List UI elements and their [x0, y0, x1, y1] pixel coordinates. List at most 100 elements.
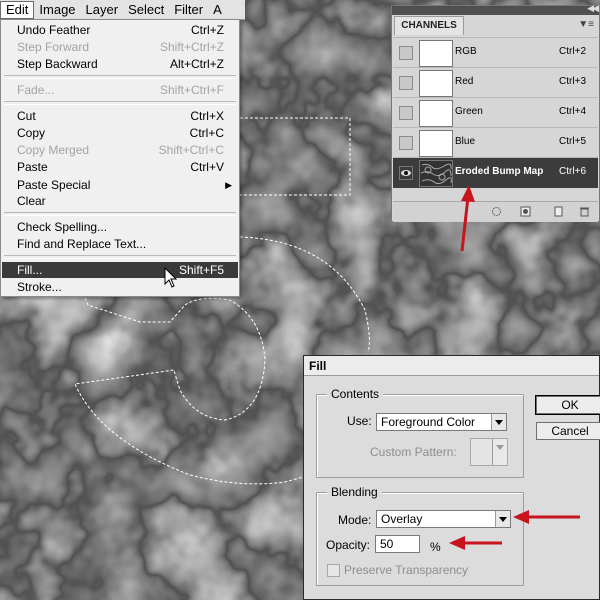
channel-name: Eroded Bump Map: [455, 166, 544, 177]
mouse-cursor-icon: [164, 267, 178, 288]
visibility-toggle[interactable]: [399, 166, 413, 180]
menu-item-paste-special[interactable]: Paste Special ▶: [2, 177, 238, 193]
menu-item-copy-merged: Copy Merged Shift+Ctrl+C: [2, 142, 238, 158]
channel-row-rgb[interactable]: RGB Ctrl+2: [393, 37, 598, 68]
menu-item-check-spelling[interactable]: Check Spelling...: [2, 219, 238, 235]
menu-image[interactable]: Image: [34, 1, 80, 19]
opacity-label: Opacity:: [326, 538, 371, 552]
tab-channels[interactable]: CHANNELS: [394, 16, 464, 35]
menu-edit[interactable]: Edit: [0, 0, 35, 19]
channel-row-blue[interactable]: Blue Ctrl+5: [393, 127, 598, 158]
annotation-arrow-icon: [460, 185, 475, 252]
menu-analysis[interactable]: A: [208, 1, 227, 19]
channel-thumbnail: [419, 130, 453, 157]
menu-item-shortcut: Alt+Ctrl+Z: [169, 57, 224, 71]
menu-item-shortcut: Ctrl+V: [190, 160, 224, 174]
menu-item-clear[interactable]: Clear: [2, 193, 238, 209]
menu-item-fill[interactable]: Fill... Shift+F5: [2, 262, 238, 278]
use-select[interactable]: Foreground Color: [376, 413, 507, 431]
new-channel-icon[interactable]: [553, 206, 564, 217]
channel-shortcut: Ctrl+2: [559, 46, 586, 57]
channel-row-eroded-bump-map[interactable]: Eroded Bump Map Ctrl+6: [393, 157, 598, 188]
channel-thumbnail: [419, 70, 453, 97]
menu-item-stroke[interactable]: Stroke...: [2, 279, 238, 295]
menu-item-undo-feather[interactable]: Undo Feather Ctrl+Z: [2, 22, 238, 38]
panel-top-bar: ◀◀: [392, 3, 599, 15]
channel-thumbnail: [419, 100, 453, 127]
preserve-transparency-label: Preserve Transparency: [344, 563, 469, 577]
menu-item-shortcut: Ctrl+Z: [191, 23, 224, 37]
load-selection-icon[interactable]: [491, 206, 502, 217]
menu-item-shortcut: Ctrl+C: [189, 126, 224, 140]
menu-item-label: Step Forward: [17, 40, 90, 54]
channels-footer: [393, 201, 598, 222]
ok-button[interactable]: OK: [535, 395, 600, 415]
eye-icon: [401, 170, 411, 176]
use-select-value: Foreground Color: [381, 415, 476, 429]
channels-panel: ◀◀ CHANNELS ▼≡ RGB Ctrl+2 Red Ctrl+3 Gre…: [391, 3, 600, 222]
channel-shortcut: Ctrl+6: [559, 166, 586, 177]
menu-separator: [4, 212, 236, 216]
menu-item-step-backward[interactable]: Step Backward Alt+Ctrl+Z: [2, 56, 238, 72]
menu-item-shortcut: Shift+Ctrl+F: [159, 83, 224, 97]
panel-menu-icon[interactable]: ▼≡: [578, 19, 594, 30]
save-selection-icon[interactable]: [520, 206, 531, 217]
mode-select-value: Overlay: [381, 512, 423, 526]
custom-pattern-label: Custom Pattern:: [370, 445, 457, 459]
edit-menu: Undo Feather Ctrl+Z Step Forward Shift+C…: [0, 19, 240, 297]
visibility-toggle[interactable]: [399, 76, 413, 90]
menu-item-label: Undo Feather: [17, 23, 91, 37]
channel-name: Green: [455, 106, 483, 117]
collapse-icon[interactable]: ◀◀: [587, 3, 599, 14]
menu-item-label: Paste Special: [17, 178, 91, 192]
menu-item-label: Check Spelling...: [17, 220, 108, 234]
chevron-down-icon: [492, 439, 507, 465]
annotation-arrow-icon: [513, 510, 580, 524]
menu-item-copy[interactable]: Copy Ctrl+C: [2, 125, 238, 141]
channel-thumbnail: [419, 160, 453, 187]
submenu-arrow-icon: ▶: [225, 180, 232, 190]
visibility-toggle[interactable]: [399, 136, 413, 150]
menu-separator: [4, 75, 236, 79]
chevron-down-icon: [495, 511, 510, 527]
menu-item-cut[interactable]: Cut Ctrl+X: [2, 108, 238, 124]
channel-name: Blue: [455, 136, 476, 147]
menu-item-label: Clear: [17, 194, 46, 208]
channel-row-red[interactable]: Red Ctrl+3: [393, 67, 598, 98]
menu-filter[interactable]: Filter: [169, 1, 208, 19]
opacity-input[interactable]: 50: [375, 535, 420, 553]
channel-name: RGB: [455, 46, 477, 57]
menu-item-label: Paste: [17, 160, 48, 174]
visibility-toggle[interactable]: [399, 106, 413, 120]
menu-item-label: Copy Merged: [17, 143, 90, 157]
menu-item-label: Step Backward: [17, 57, 98, 71]
menu-layer[interactable]: Layer: [81, 1, 124, 19]
channel-name: Red: [455, 76, 474, 87]
visibility-toggle[interactable]: [399, 46, 413, 60]
channel-shortcut: Ctrl+4: [559, 106, 586, 117]
mode-select[interactable]: Overlay: [376, 510, 511, 528]
fill-dialog: Fill Contents Use: Foreground Color Cust…: [303, 355, 600, 600]
annotation-arrow-icon: [449, 536, 502, 550]
channel-thumbnail: [419, 40, 453, 67]
menu-bar: Edit Image Layer Select Filter A: [0, 0, 245, 20]
cancel-button[interactable]: Cancel: [536, 422, 600, 440]
menu-item-shortcut: Ctrl+X: [190, 109, 224, 123]
menu-item-label: Copy: [17, 126, 46, 140]
blending-legend: Blending: [327, 485, 382, 499]
channel-row-green[interactable]: Green Ctrl+4: [393, 97, 598, 128]
preserve-transparency-checkbox: [327, 564, 340, 577]
mode-label: Mode:: [338, 513, 372, 527]
menu-item-fade: Fade... Shift+Ctrl+F: [2, 82, 238, 98]
menu-item-find-replace[interactable]: Find and Replace Text...: [2, 236, 238, 252]
menu-item-paste[interactable]: Paste Ctrl+V: [2, 159, 238, 175]
menu-select[interactable]: Select: [123, 1, 169, 19]
dialog-title: Fill: [304, 356, 599, 376]
menu-item-label: Find and Replace Text...: [17, 237, 147, 251]
menu-item-label: Stroke...: [17, 280, 62, 294]
trash-icon[interactable]: [579, 206, 590, 217]
menu-item-shortcut: Shift+Ctrl+C: [158, 143, 224, 157]
use-label: Use:: [347, 414, 372, 428]
menu-separator: [4, 255, 236, 259]
menu-item-step-forward: Step Forward Shift+Ctrl+Z: [2, 39, 238, 55]
